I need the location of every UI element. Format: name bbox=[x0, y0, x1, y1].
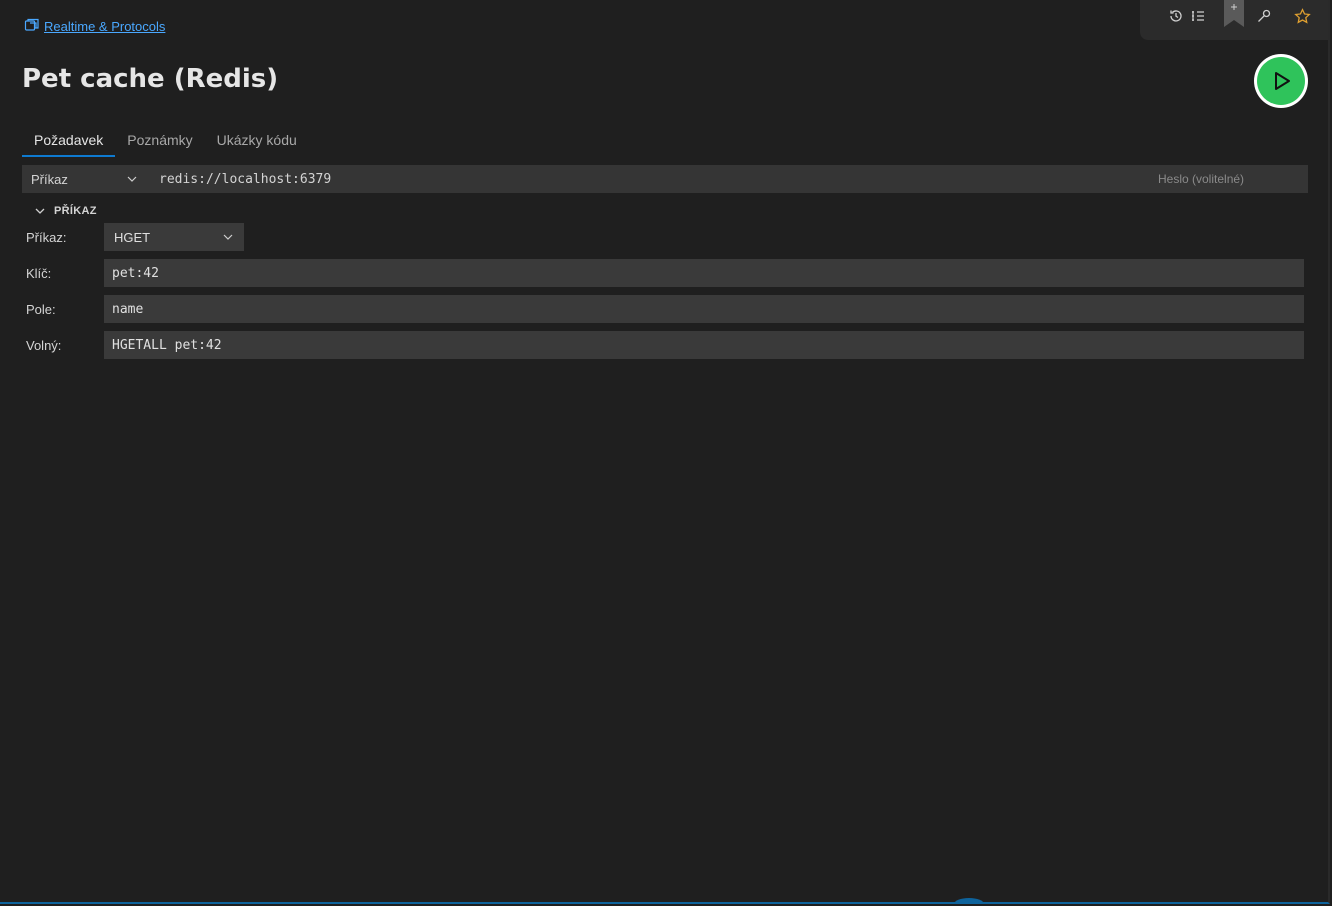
wrench-icon[interactable] bbox=[1252, 4, 1276, 28]
tab-bar: Požadavek Poznámky Ukázky kódu bbox=[22, 124, 309, 158]
run-button[interactable] bbox=[1254, 54, 1308, 108]
raw-command-input[interactable]: HGETALL pet:42 bbox=[104, 331, 1304, 359]
history-icon[interactable] bbox=[1164, 4, 1188, 28]
key-row: Klíč: pet:42 bbox=[26, 259, 1304, 287]
run-button-fill bbox=[1257, 57, 1305, 105]
list-icon[interactable] bbox=[1186, 4, 1210, 28]
play-icon bbox=[1275, 72, 1290, 90]
bookmark-icon[interactable] bbox=[1222, 0, 1246, 28]
scroll-indicator bbox=[954, 898, 984, 902]
raw-command-row: Volný: HGETALL pet:42 bbox=[26, 331, 1304, 359]
app-window: Realtime & Protocols Pet cache (Redis) P… bbox=[0, 0, 1330, 904]
mode-select-value: Příkaz bbox=[31, 171, 68, 187]
field-label: Pole: bbox=[26, 301, 56, 317]
password-input[interactable]: Heslo (volitelné) bbox=[1158, 165, 1308, 193]
command-label: Příkaz: bbox=[26, 229, 67, 245]
chevron-down-icon bbox=[127, 176, 137, 182]
breadcrumb-link[interactable]: Realtime & Protocols bbox=[44, 19, 165, 34]
page-title: Pet cache (Redis) bbox=[22, 64, 279, 94]
star-icon[interactable] bbox=[1290, 4, 1314, 28]
section-toggle[interactable]: PŘÍKAZ bbox=[34, 205, 97, 217]
key-label: Klíč: bbox=[26, 265, 52, 281]
connection-bar: Příkaz redis://localhost:6379 Heslo (vol… bbox=[22, 165, 1308, 193]
chevron-down-icon bbox=[223, 234, 233, 240]
command-select-value: HGET bbox=[114, 229, 151, 245]
breadcrumb: Realtime & Protocols bbox=[24, 17, 165, 36]
folder-icon bbox=[24, 17, 40, 36]
key-input[interactable]: pet:42 bbox=[104, 259, 1304, 287]
url-input[interactable]: redis://localhost:6379 bbox=[146, 165, 1158, 193]
toolbar bbox=[1140, 0, 1328, 40]
tab-notes[interactable]: Poznámky bbox=[115, 124, 204, 157]
field-input[interactable]: name bbox=[104, 295, 1304, 323]
command-row: Příkaz: HGET bbox=[26, 223, 244, 251]
tab-request[interactable]: Požadavek bbox=[22, 124, 116, 157]
chevron-down-icon bbox=[35, 208, 45, 214]
command-select[interactable]: HGET bbox=[104, 223, 244, 251]
raw-command-label: Volný: bbox=[26, 337, 62, 353]
mode-select[interactable]: Příkaz bbox=[22, 165, 146, 193]
tab-code-samples[interactable]: Ukázky kódu bbox=[205, 124, 309, 157]
section-title: PŘÍKAZ bbox=[54, 205, 97, 217]
field-row: Pole: name bbox=[26, 295, 1304, 323]
